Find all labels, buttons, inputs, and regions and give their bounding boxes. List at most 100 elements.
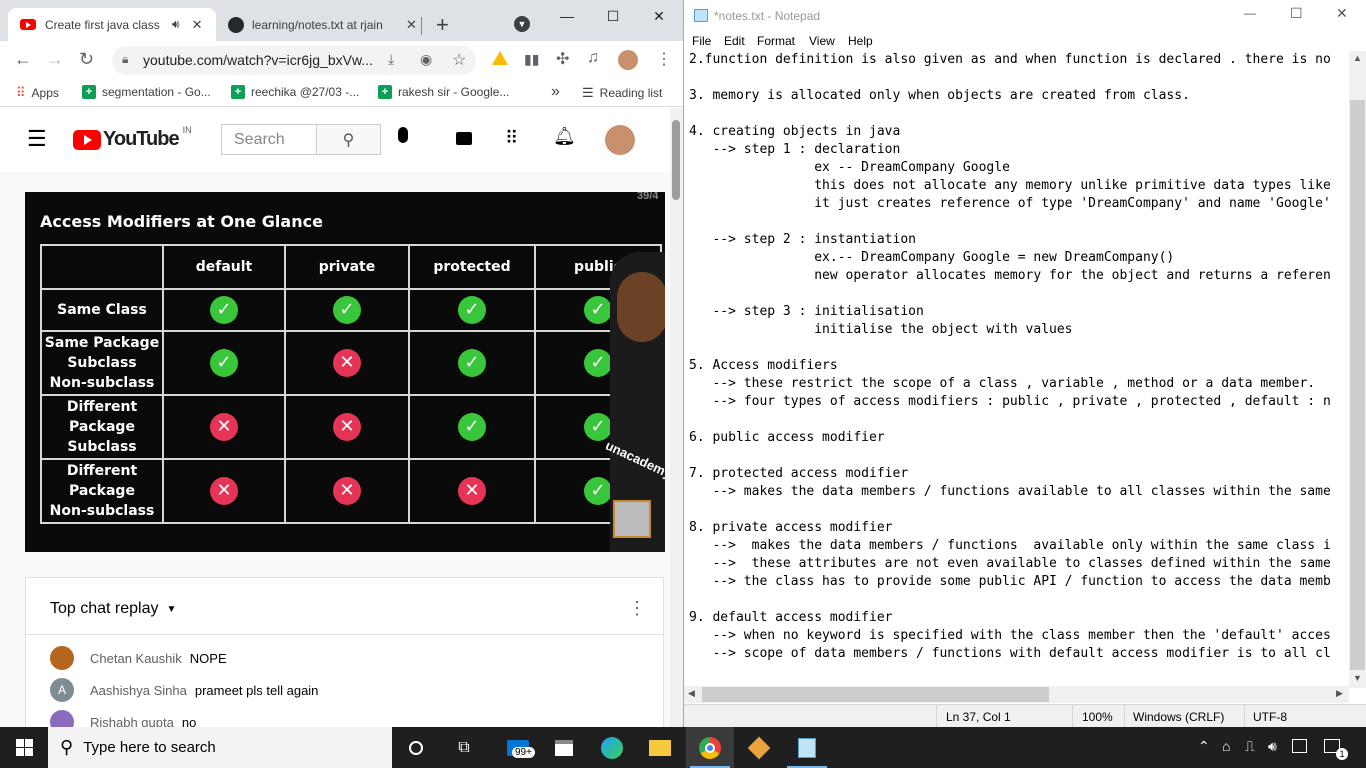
status-separator <box>1072 705 1073 728</box>
chat-author[interactable]: Rishabh gupta <box>90 715 174 728</box>
bookmark-star-icon[interactable]: ☆ <box>452 50 466 70</box>
notifications-bell-icon[interactable]: 🔔︎ <box>553 126 576 147</box>
youtube-logo[interactable]: YouTube IN <box>73 125 192 151</box>
profile-avatar[interactable] <box>618 50 638 70</box>
reading-list-icon: ☰ <box>582 85 594 100</box>
close-window-button[interactable]: ✕ <box>1336 5 1348 22</box>
zoom-level: 100% <box>1082 710 1113 724</box>
edge-icon[interactable] <box>588 727 636 768</box>
google-sheets-icon: + <box>82 85 96 99</box>
horizontal-scrollbar[interactable]: ◀ ▶ <box>684 686 1349 703</box>
video-player[interactable]: Access Modifiers at One Glance 39/4 defa… <box>25 192 665 552</box>
notepad-text-area[interactable]: 2.function definition is also given as a… <box>689 51 1345 688</box>
scrollbar-thumb[interactable] <box>1350 100 1365 670</box>
install-icon[interactable]: ⤓ <box>388 51 394 68</box>
menu-format[interactable]: Format <box>757 34 795 48</box>
tab-github[interactable]: learning/notes.txt at rjain ✕ <box>220 8 420 41</box>
bookmark-apps[interactable]: ⠿ Apps <box>16 85 59 101</box>
scrollbar-thumb[interactable] <box>702 687 1049 702</box>
show-hidden-icons-chevron-icon[interactable]: ⌃ <box>1198 738 1210 755</box>
cross-icon: ✕ <box>333 349 361 377</box>
menu-kebab-icon[interactable]: ⋮ <box>656 49 672 69</box>
back-icon[interactable]: ← <box>14 49 32 70</box>
minimize-button[interactable]: — <box>1244 6 1256 20</box>
close-tab-icon[interactable]: ✕ <box>406 17 417 33</box>
tab-youtube[interactable]: Create first java class | 🔊︎ ✕ <box>8 8 216 41</box>
mail-app-icon[interactable]: 99+ <box>494 727 542 768</box>
bookmark-rakesh[interactable]: + rakesh sir - Google... <box>378 85 509 99</box>
notepad-taskbar-icon[interactable] <box>783 727 831 768</box>
volume-icon[interactable]: 🔊︎ <box>1268 738 1277 755</box>
account-avatar[interactable] <box>605 125 635 155</box>
menu-view[interactable]: View <box>809 34 835 48</box>
tray-app-icon[interactable] <box>1292 739 1307 753</box>
start-button[interactable] <box>0 727 48 768</box>
create-video-icon[interactable] <box>456 132 472 145</box>
chat-author[interactable]: Aashishya Sinha <box>90 683 187 698</box>
reload-icon[interactable]: ↻ <box>79 49 94 70</box>
forward-icon[interactable]: → <box>46 49 64 70</box>
channel-watermark-icon[interactable] <box>613 500 651 538</box>
apps-grid-icon[interactable]: ⠿ <box>505 128 518 149</box>
row-label-line: Non-subclass <box>49 375 155 391</box>
menu-edit[interactable]: Edit <box>724 34 745 48</box>
row-label-line: Different <box>66 399 138 415</box>
speaker-icon[interactable]: 🔊︎ <box>172 17 180 32</box>
git-app-icon[interactable] <box>735 727 783 768</box>
network-icon[interactable]: ⎍ <box>1245 738 1255 755</box>
menu-help[interactable]: Help <box>848 34 873 48</box>
notepad-line: --> the class has to provide some public… <box>689 574 1331 589</box>
chat-author[interactable]: Chetan Kaushik <box>90 651 182 666</box>
media-control-icon[interactable]: ♫ <box>587 49 599 67</box>
mail-badge: 99+ <box>512 747 535 758</box>
google-drive-icon[interactable] <box>492 51 508 65</box>
hamburger-menu-icon[interactable]: ☰ <box>27 126 47 152</box>
notepad-line <box>689 213 1345 231</box>
row-label: Different Package Subclass <box>40 394 164 460</box>
notepad-window: *notes.txt - Notepad — ☐ ✕ File Edit For… <box>683 0 1366 728</box>
youtube-search-button[interactable]: ⚲ <box>316 124 381 155</box>
scroll-left-arrow-icon[interactable]: ◀ <box>688 688 695 699</box>
chat-header[interactable]: Top chat replay ▼ <box>50 600 176 618</box>
close-window-button[interactable]: ✕ <box>636 0 682 32</box>
extensions-icon[interactable]: ✣ <box>556 49 569 69</box>
analytics-extension-icon[interactable]: ▮▮ <box>524 51 539 68</box>
eye-off-icon[interactable]: ◉ <box>420 51 432 68</box>
maximize-button[interactable]: ☐ <box>590 0 636 32</box>
chat-menu-kebab-icon[interactable]: ⋮ <box>628 598 646 619</box>
check-icon: ✓ <box>584 477 612 505</box>
reading-list-button[interactable]: ☰ Reading list <box>582 85 662 101</box>
task-view-icon[interactable]: ⧉ <box>440 727 488 768</box>
scrollbar-thumb[interactable] <box>672 120 680 200</box>
file-explorer-icon[interactable] <box>636 727 684 768</box>
cortana-icon[interactable] <box>392 727 440 768</box>
bookmarks-overflow-button[interactable]: » <box>551 83 560 101</box>
system-tray-icon[interactable]: ⌂ <box>1222 738 1230 754</box>
chat-divider <box>26 634 663 635</box>
line-ending: Windows (CRLF) <box>1133 710 1225 724</box>
youtube-search-input[interactable]: Search <box>221 124 317 155</box>
bookmark-reechika[interactable]: + reechika @27/03 -... <box>231 85 359 99</box>
vertical-scrollbar[interactable]: ▲ ▼ <box>1349 51 1366 688</box>
status-separator <box>1124 705 1125 728</box>
scroll-down-arrow-icon[interactable]: ▼ <box>1353 673 1362 683</box>
menu-file[interactable]: File <box>692 34 711 48</box>
taskbar-search-box[interactable]: ⚲ Type here to search <box>48 727 392 768</box>
address-bar[interactable]: 🔒︎ youtube.com/watch?v=icr6jg_bxVw... ⤓ … <box>112 46 476 75</box>
tab-separator <box>421 17 422 35</box>
scroll-right-arrow-icon[interactable]: ▶ <box>1336 688 1343 699</box>
bookmark-segmentation[interactable]: + segmentation - Go... <box>82 85 211 99</box>
row-label: Same Package Subclass Non-subclass <box>40 330 164 396</box>
microphone-icon[interactable] <box>398 127 408 143</box>
minimize-button[interactable]: — <box>544 0 590 32</box>
maximize-button[interactable]: ☐ <box>1290 5 1303 22</box>
table-header-row: default private protected public <box>40 244 662 290</box>
page-scrollbar[interactable] <box>670 108 683 727</box>
tab-search-icon[interactable]: ▼ <box>514 16 530 32</box>
store-icon[interactable] <box>540 727 588 768</box>
close-tab-icon[interactable]: ✕ <box>192 17 203 33</box>
new-tab-button[interactable]: + <box>436 12 449 38</box>
scroll-up-arrow-icon[interactable]: ▲ <box>1353 53 1362 63</box>
chrome-taskbar-icon[interactable] <box>686 727 734 768</box>
notepad-line: --> makes the data members / functions a… <box>689 538 1331 553</box>
